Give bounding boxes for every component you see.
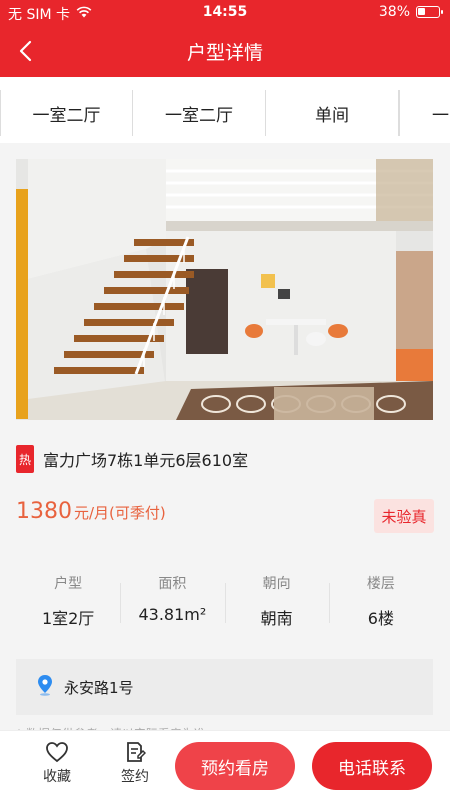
stat-label: 面积 (158, 576, 187, 592)
hot-badge: 热 (16, 445, 34, 473)
tab-room-type[interactable]: 一 (399, 90, 449, 136)
sign-document-icon (127, 742, 146, 762)
listing-card: 热 富力广场7栋1单元6层610室 1380 元/月(可季付) 未验真 户型 1… (0, 143, 450, 743)
status-bar: 无 SIM 卡 14:55 38% (0, 0, 450, 26)
stat-value: 43.81m² (138, 605, 207, 624)
bottom-action-bar: 收藏 签约 预约看房 电话联系 (0, 730, 450, 800)
stat-label: 朝向 (262, 576, 291, 592)
app-header: 无 SIM 卡 14:55 38% 户型详情 (0, 0, 450, 77)
stat-label: 户型 (54, 576, 83, 592)
stat-orientation: 朝向 朝南 (224, 573, 329, 629)
address-text: 永安路1号 (64, 678, 134, 697)
book-viewing-button[interactable]: 预约看房 (175, 742, 295, 790)
room-photo[interactable] (16, 159, 433, 420)
room-stats: 户型 1室2厅 面积 43.81m² 朝向 朝南 楼层 6楼 (16, 573, 433, 629)
stat-value: 朝南 (260, 609, 293, 628)
tab-room-type[interactable]: 单间 (266, 90, 399, 136)
room-type-tabs: 一室二厅 一室二厅 单间 一 (0, 90, 450, 136)
location-pin-icon (36, 674, 54, 700)
listing-title-row: 热 富力广场7栋1单元6层610室 (16, 445, 248, 473)
battery-percent: 38% (378, 4, 410, 20)
stat-area: 面积 43.81m² (120, 573, 224, 629)
address-box[interactable]: 永安路1号 (16, 659, 433, 715)
price: 1380 元/月(可季付) (16, 499, 166, 524)
sign-label: 签约 (121, 769, 149, 785)
navigation-bar: 户型详情 (0, 26, 450, 77)
stat-layout: 户型 1室2厅 (16, 573, 120, 629)
price-amount: 1380 (16, 499, 72, 524)
page-title: 户型详情 (186, 42, 263, 64)
listing-title: 富力广场7栋1单元6层610室 (43, 451, 249, 470)
tab-room-type[interactable]: 一室二厅 (0, 90, 133, 136)
stat-value: 1室2厅 (41, 609, 95, 628)
stat-label: 楼层 (366, 576, 395, 592)
price-unit: 元/月(可季付) (74, 504, 166, 522)
favorite-label: 收藏 (43, 769, 71, 785)
heart-icon (46, 742, 68, 763)
stat-value: 6楼 (367, 609, 394, 628)
battery-icon (416, 6, 443, 18)
sign-button[interactable]: 签约 (105, 741, 165, 786)
favorite-button[interactable]: 收藏 (27, 741, 87, 786)
stat-floor: 楼层 6楼 (328, 573, 433, 629)
call-button[interactable]: 电话联系 (312, 742, 432, 790)
tab-room-type[interactable]: 一室二厅 (133, 90, 266, 136)
verify-badge: 未验真 (374, 499, 434, 533)
